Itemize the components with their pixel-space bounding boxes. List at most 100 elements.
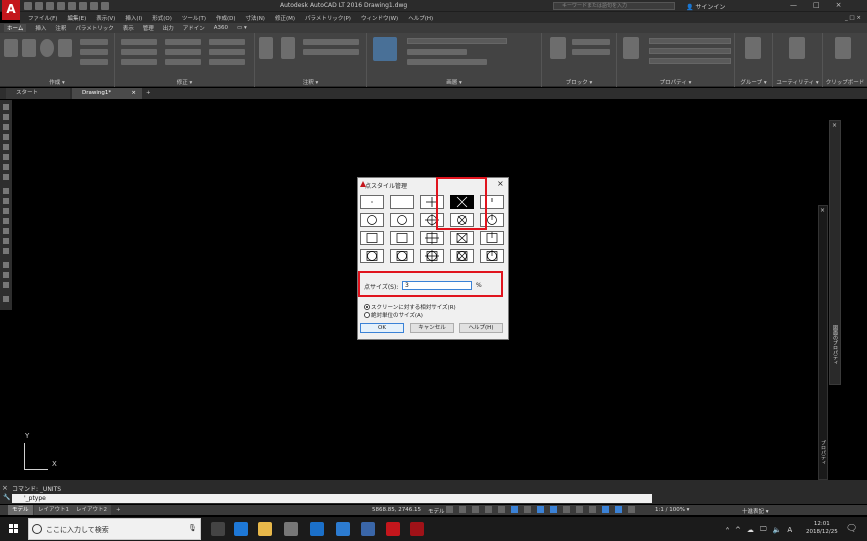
polar-tracking-icon[interactable]: [511, 506, 518, 513]
tab-layout2[interactable]: レイアウト2: [72, 505, 111, 515]
snap-icon[interactable]: [459, 506, 466, 513]
tab-output[interactable]: 出力: [163, 24, 174, 32]
new-file-icon[interactable]: [24, 2, 32, 10]
tab-a360[interactable]: A360: [214, 25, 228, 31]
auto-scale-icon[interactable]: [615, 506, 622, 513]
point-style-circle[interactable]: [390, 213, 414, 227]
toolbar-rectangle-icon[interactable]: [3, 144, 9, 150]
copy-icon[interactable]: [121, 49, 157, 55]
ellipse-icon[interactable]: [80, 59, 108, 65]
model-space-toggle[interactable]: モデル: [428, 507, 445, 515]
point-style-square-dot[interactable]: [360, 231, 384, 245]
trim-icon[interactable]: [209, 39, 245, 45]
menu-modify[interactable]: 修正(M): [275, 14, 295, 22]
chevron-up-icon[interactable]: ^: [735, 526, 741, 534]
app-icon[interactable]: [336, 522, 350, 536]
table-icon[interactable]: [303, 49, 359, 55]
move-icon[interactable]: [121, 39, 157, 45]
menu-draw[interactable]: 作成(D): [216, 14, 236, 22]
autocad-logo-button[interactable]: A: [2, 0, 20, 20]
relative-size-label[interactable]: スクリーンに対する相対サイズ(R): [371, 303, 456, 311]
store-icon[interactable]: [310, 522, 324, 536]
mail-icon[interactable]: [284, 522, 298, 536]
toolbar-spline-icon[interactable]: [3, 188, 9, 194]
panel-annotate-label[interactable]: 注釈 ▾: [255, 78, 366, 86]
point-style-none[interactable]: [390, 195, 414, 209]
save-as-icon[interactable]: [57, 2, 65, 10]
point-style-square-plus[interactable]: [420, 231, 444, 245]
tab-view[interactable]: 表示: [123, 24, 134, 32]
volume-icon[interactable]: 🔈: [773, 526, 782, 534]
signin-button[interactable]: 👤 サインイン: [686, 2, 725, 11]
print-icon[interactable]: [68, 2, 76, 10]
point-style-square-tick[interactable]: [480, 231, 504, 245]
close-icon[interactable]: ×: [832, 122, 837, 129]
point-style-square[interactable]: [390, 231, 414, 245]
tab-manage[interactable]: 管理: [143, 24, 154, 32]
scale-icon[interactable]: [165, 59, 201, 65]
annotation-visibility-icon[interactable]: [602, 506, 609, 513]
point-style-square-circle-dot[interactable]: [360, 249, 384, 263]
linetype-dropdown[interactable]: [649, 48, 731, 54]
point-style-square-circle-plus[interactable]: [420, 249, 444, 263]
point-style-square-circle-tick[interactable]: [480, 249, 504, 263]
insert-block-icon[interactable]: [550, 37, 566, 59]
minimize-button[interactable]: —: [790, 1, 797, 9]
array-icon[interactable]: [209, 59, 245, 65]
create-block-icon[interactable]: [572, 39, 610, 45]
object-snap-icon[interactable]: [550, 506, 557, 513]
open-file-icon[interactable]: [35, 2, 43, 10]
ok-button[interactable]: OK: [360, 323, 404, 333]
isodraft-icon[interactable]: [524, 506, 531, 513]
grid-icon[interactable]: [446, 506, 453, 513]
notification-icon[interactable]: 🗨: [846, 524, 857, 534]
tab-panel-toggle[interactable]: ▭ ▾: [237, 25, 247, 31]
menu-view[interactable]: 表示(V): [96, 14, 115, 22]
tab-layout1[interactable]: レイアウト1: [34, 505, 73, 515]
point-style-dot[interactable]: [360, 195, 384, 209]
menu-insert[interactable]: 挿入(I): [125, 14, 142, 22]
maximize-button[interactable]: □: [813, 1, 820, 9]
toolbar-insert-icon[interactable]: [3, 208, 9, 214]
drawing-window-controls[interactable]: _ □ ×: [845, 15, 867, 21]
panel-groups-label[interactable]: グループ ▾: [735, 78, 772, 86]
ime-icon[interactable]: ᴬ: [726, 526, 729, 534]
relative-size-radio[interactable]: [364, 304, 370, 310]
layer-dropdown[interactable]: [407, 38, 507, 44]
annotation-scale-icon[interactable]: [628, 506, 635, 513]
input-mode-icon[interactable]: A: [787, 526, 792, 534]
properties-palette-strip[interactable]: [818, 205, 828, 480]
toolbar-gradient-icon[interactable]: [3, 248, 9, 254]
undo-icon[interactable]: [79, 2, 87, 10]
toolbar-revcloud-icon[interactable]: [3, 174, 9, 180]
tab-addins[interactable]: アドイン: [183, 24, 205, 32]
arc-icon[interactable]: [58, 39, 72, 57]
lineweight-dropdown[interactable]: [649, 58, 731, 64]
doc-tab-drawing1[interactable]: Drawing1* ×: [72, 88, 142, 99]
dimension-icon[interactable]: [281, 37, 295, 59]
mirror-icon[interactable]: [165, 49, 201, 55]
menu-help[interactable]: ヘルプ(H): [408, 14, 433, 22]
point-style-circle-dot[interactable]: [360, 213, 384, 227]
help-button[interactable]: ヘルプ(H): [459, 323, 503, 333]
new-drawing-tab-button[interactable]: +: [144, 88, 154, 99]
toolbar-circle-icon[interactable]: [3, 164, 9, 170]
command-input[interactable]: '_ptype: [12, 494, 652, 503]
close-icon[interactable]: ×: [820, 207, 825, 214]
line-icon[interactable]: [4, 39, 18, 57]
toolbar-hatch-icon[interactable]: [3, 238, 9, 244]
toolbar-point-icon[interactable]: [3, 228, 9, 234]
menu-window[interactable]: ウィンドウ(W): [361, 14, 398, 22]
absolute-size-radio[interactable]: [364, 312, 370, 318]
tab-parametric[interactable]: パラメトリック: [75, 24, 113, 32]
menu-tools[interactable]: ツール(T): [182, 14, 206, 22]
rectangle-icon[interactable]: [80, 39, 108, 45]
circle-icon[interactable]: [40, 39, 54, 57]
toolbar-polyline-icon[interactable]: [3, 124, 9, 130]
cloud-icon[interactable]: ☁: [747, 526, 754, 534]
layer-tools-icon[interactable]: [407, 49, 467, 55]
object-snap-tracking-icon[interactable]: [537, 506, 544, 513]
match-properties-icon[interactable]: [623, 37, 639, 59]
layer-properties-icon[interactable]: [373, 37, 397, 61]
menu-parametric[interactable]: パラメトリック(P): [305, 14, 351, 22]
